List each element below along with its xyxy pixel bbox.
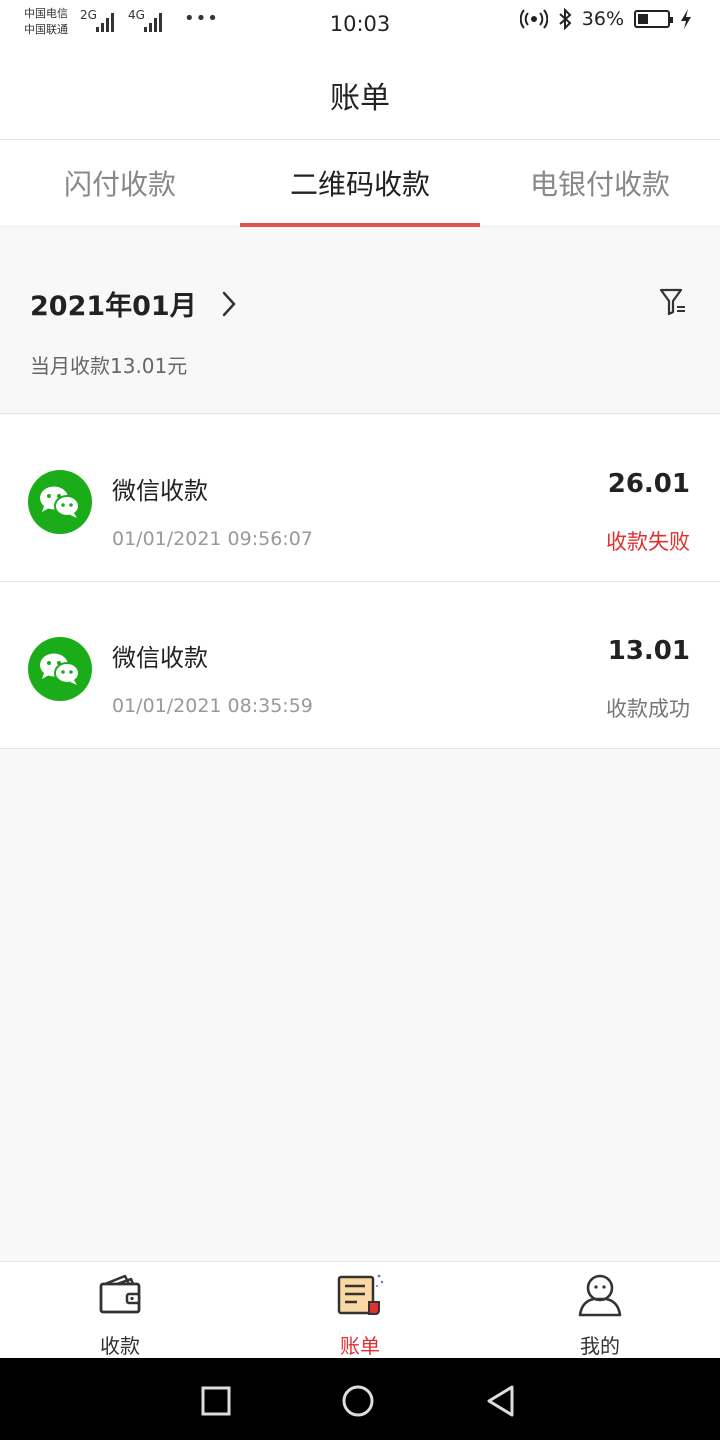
page-header: 账单 <box>0 50 720 140</box>
month-total: 当月收款13.01元 <box>30 354 188 378</box>
tab-e-bank-pay[interactable]: 电银付收款 <box>480 140 720 226</box>
back-icon[interactable] <box>484 1384 518 1418</box>
filter-icon[interactable] <box>658 286 690 318</box>
tab-label: 闪付收款 <box>63 168 176 201</box>
app-screen: 中国电信 中国联通 2G 4G ••• 10:03 36% 账单 闪付收款 二维… <box>0 0 720 1440</box>
nav-bill[interactable]: 账单 <box>240 1262 480 1358</box>
recent-apps-icon[interactable] <box>199 1384 233 1418</box>
tab-bar: 闪付收款 二维码收款 电银付收款 <box>0 140 720 227</box>
transaction-amount: 26.01 <box>607 469 690 499</box>
list-item[interactable]: 微信收款 01/01/2021 09:56:07 26.01 收款失败 <box>0 415 720 582</box>
status-bar: 中国电信 中国联通 2G 4G ••• 10:03 36% <box>0 0 720 50</box>
battery-icon <box>634 10 673 28</box>
nav-label: 我的 <box>580 1334 620 1358</box>
nav-label: 收款 <box>100 1334 140 1358</box>
tab-flash-pay[interactable]: 闪付收款 <box>0 140 240 226</box>
chevron-right-icon <box>222 291 236 316</box>
transaction-status: 收款成功 <box>606 697 690 721</box>
profile-icon <box>578 1274 622 1317</box>
charging-icon <box>681 9 691 29</box>
list-item[interactable]: 微信收款 01/01/2021 08:35:59 13.01 收款成功 <box>0 582 720 749</box>
nav-mine[interactable]: 我的 <box>480 1262 720 1358</box>
transaction-amount: 13.01 <box>607 636 690 666</box>
month-selector[interactable]: 2021年01月 <box>30 284 239 323</box>
nav-collect[interactable]: 收款 <box>0 1262 240 1358</box>
transaction-time: 01/01/2021 09:56:07 <box>112 528 313 550</box>
wechat-icon <box>28 470 92 534</box>
wechat-icon <box>28 637 92 701</box>
page-title: 账单 <box>330 80 390 116</box>
home-icon[interactable] <box>341 1384 375 1418</box>
system-nav-bar <box>0 1358 720 1440</box>
status-right: 36% <box>519 8 692 30</box>
month-summary: 2021年01月 当月收款13.01元 <box>0 246 720 414</box>
tab-qrcode[interactable]: 二维码收款 <box>240 140 480 227</box>
month-label: 2021年01月 <box>30 291 197 322</box>
battery-fill <box>638 14 649 24</box>
tab-label: 电银付收款 <box>529 168 670 201</box>
transaction-title: 微信收款 <box>112 644 208 672</box>
transaction-status: 收款失败 <box>606 530 690 554</box>
wallet-icon <box>99 1274 141 1314</box>
transaction-list: 微信收款 01/01/2021 09:56:07 26.01 收款失败 微信收款 <box>0 415 720 749</box>
tab-label: 二维码收款 <box>289 168 430 201</box>
bluetooth-icon <box>559 8 572 30</box>
battery-percent: 36% <box>581 8 624 30</box>
transaction-time: 01/01/2021 08:35:59 <box>112 695 313 717</box>
bill-icon <box>337 1274 384 1315</box>
bottom-nav: 收款 账单 我的 <box>0 1261 720 1358</box>
nav-label: 账单 <box>340 1334 380 1358</box>
transaction-title: 微信收款 <box>112 477 208 505</box>
hotspot-icon <box>519 9 548 29</box>
